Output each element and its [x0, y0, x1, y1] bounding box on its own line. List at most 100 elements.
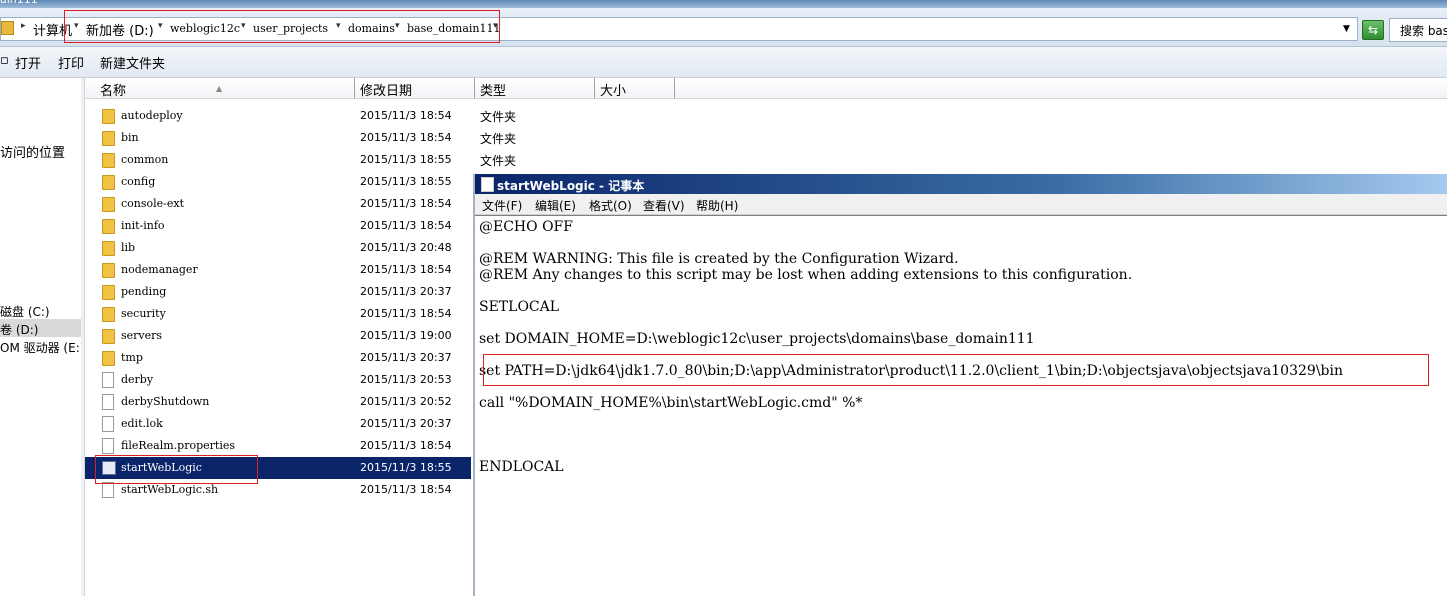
notepad-title: startWebLogic - 记事本: [497, 179, 645, 193]
file-row[interactable]: servers 2015/11/3 19:00: [85, 325, 471, 347]
file-date: 2015/11/3 18:54: [360, 439, 452, 452]
open-icon[interactable]: ▫: [0, 53, 9, 68]
file-name: init-info: [121, 219, 165, 232]
notepad-text-area[interactable]: @ECHO OFF @REM WARNING: This file is crea…: [475, 215, 1447, 597]
folder-icon: [102, 197, 115, 212]
column-header-name[interactable]: 名称: [100, 80, 126, 99]
file-row[interactable]: derby 2015/11/3 20:53: [85, 369, 471, 391]
file-row[interactable]: console-ext 2015/11/3 18:54: [85, 193, 471, 215]
folder-icon: [102, 131, 115, 146]
file-date: 2015/11/3 20:37: [360, 351, 452, 364]
column-header-row: 名称 ▲ 修改日期 类型 大小: [85, 78, 1447, 99]
file-name: nodemanager: [121, 263, 198, 276]
refresh-button[interactable]: ⇆: [1362, 20, 1384, 40]
folder-icon: [102, 351, 115, 366]
column-divider[interactable]: [354, 78, 355, 98]
file-name: startWebLogic.sh: [121, 483, 219, 496]
column-divider[interactable]: [594, 78, 595, 98]
window-title-bar: ain111: [0, 0, 1447, 8]
column-header-date[interactable]: 修改日期: [360, 80, 412, 99]
file-row[interactable]: init-info 2015/11/3 18:54: [85, 215, 471, 237]
file-icon: [102, 482, 114, 498]
file-row[interactable]: security 2015/11/3 18:54: [85, 303, 471, 325]
file-row[interactable]: pending 2015/11/3 20:37: [85, 281, 471, 303]
file-date: 2015/11/3 18:55: [360, 175, 452, 188]
file-name: lib: [121, 241, 136, 254]
file-type: 文件夹: [480, 110, 517, 124]
text-line: @REM Any changes to this script may be l…: [479, 267, 1133, 283]
column-header-size[interactable]: 大小: [600, 80, 626, 99]
folder-icon: [102, 153, 115, 168]
file-date: 2015/11/3 20:37: [360, 285, 452, 298]
file-row[interactable]: common 2015/11/3 18:55 文件夹: [85, 149, 516, 171]
notepad-menu-bar: 文件(F) 编辑(E) 格式(O) 查看(V) 帮助(H): [475, 194, 1447, 215]
search-input[interactable]: 搜索 bas: [1389, 18, 1447, 42]
file-row[interactable]: bin 2015/11/3 18:54 文件夹: [85, 127, 516, 149]
file-name: tmp: [121, 351, 143, 364]
file-date: 2015/11/3 18:54: [360, 263, 452, 276]
menu-edit[interactable]: 编辑(E): [535, 197, 576, 214]
file-date: 2015/11/3 18:54: [360, 109, 452, 122]
file-row[interactable]: nodemanager 2015/11/3 18:54: [85, 259, 471, 281]
file-name: autodeploy: [121, 109, 183, 122]
file-row[interactable]: edit.lok 2015/11/3 20:37: [85, 413, 471, 435]
address-highlight-box: [64, 10, 500, 43]
menu-help[interactable]: 帮助(H): [696, 197, 738, 214]
script-file-icon: [102, 372, 114, 388]
nav-disk-c[interactable]: 磁盘 (C:): [0, 303, 50, 320]
file-row[interactable]: config 2015/11/3 18:55: [85, 171, 471, 193]
notepad-title-bar[interactable]: startWebLogic - 记事本: [475, 174, 1447, 194]
text-line: @ECHO OFF: [479, 219, 573, 235]
menu-view[interactable]: 查看(V): [643, 197, 685, 214]
menu-file[interactable]: 文件(F): [482, 197, 522, 214]
folder-icon: [102, 285, 115, 300]
new-folder-button[interactable]: 新建文件夹: [100, 53, 165, 72]
file-name: derbyShutdown: [121, 395, 210, 408]
nav-recent-places[interactable]: 访问的位置: [0, 142, 65, 161]
file-date: 2015/11/3 20:53: [360, 373, 452, 386]
file-name: pending: [121, 285, 167, 298]
column-divider[interactable]: [674, 78, 675, 98]
path-highlight-box: [483, 354, 1429, 386]
file-name: derby: [121, 373, 154, 386]
open-button[interactable]: 打开: [15, 53, 41, 72]
file-date: 2015/11/3 20:52: [360, 395, 452, 408]
nav-dvd-e[interactable]: OM 驱动器 (E:): [0, 339, 81, 356]
file-date: 2015/11/3 18:55: [360, 153, 452, 166]
search-placeholder: 搜索 bas: [1400, 24, 1447, 38]
text-line: set DOMAIN_HOME=D:\weblogic12c\user_proj…: [479, 331, 1035, 347]
file-row[interactable]: lib 2015/11/3 20:48: [85, 237, 471, 259]
file-row[interactable]: autodeploy 2015/11/3 18:54 文件夹: [85, 105, 516, 127]
script-file-icon: [102, 394, 114, 410]
nav-disk-d[interactable]: 卷 (D:): [0, 321, 38, 338]
file-date: 2015/11/3 18:54: [360, 131, 452, 144]
file-name: fileRealm.properties: [121, 439, 235, 452]
file-row[interactable]: tmp 2015/11/3 20:37: [85, 347, 471, 369]
chevron-right-icon[interactable]: ▸: [21, 21, 26, 31]
folder-icon: [102, 263, 115, 278]
file-row[interactable]: fileRealm.properties 2015/11/3 18:54: [85, 435, 471, 457]
file-name: servers: [121, 329, 163, 342]
window-title: ain111: [0, 0, 38, 6]
file-name: console-ext: [121, 197, 185, 210]
file-name: bin: [121, 131, 139, 144]
column-header-type[interactable]: 类型: [480, 80, 506, 99]
address-dropdown-icon[interactable]: ▼: [1343, 24, 1350, 34]
file-date: 2015/11/3 19:00: [360, 329, 452, 342]
file-date: 2015/11/3 18:54: [360, 307, 452, 320]
menu-format[interactable]: 格式(O): [589, 197, 632, 214]
text-line: SETLOCAL: [479, 299, 560, 315]
file-type: 文件夹: [480, 154, 517, 168]
refresh-icon: ⇆: [1367, 23, 1379, 37]
file-date: 2015/11/3 18:54: [360, 483, 452, 496]
file-date: 2015/11/3 20:37: [360, 417, 452, 430]
folder-icon: [102, 329, 115, 344]
file-name: security: [121, 307, 166, 320]
text-line: call "%DOMAIN_HOME%\bin\startWebLogic.cm…: [479, 395, 863, 411]
column-divider[interactable]: [474, 78, 475, 98]
file-row[interactable]: derbyShutdown 2015/11/3 20:52: [85, 391, 471, 413]
file-date: 2015/11/3 18:54: [360, 219, 452, 232]
print-button[interactable]: 打印: [58, 53, 84, 72]
file-date: 2015/11/3 18:54: [360, 197, 452, 210]
file-highlight-box: [95, 455, 258, 484]
